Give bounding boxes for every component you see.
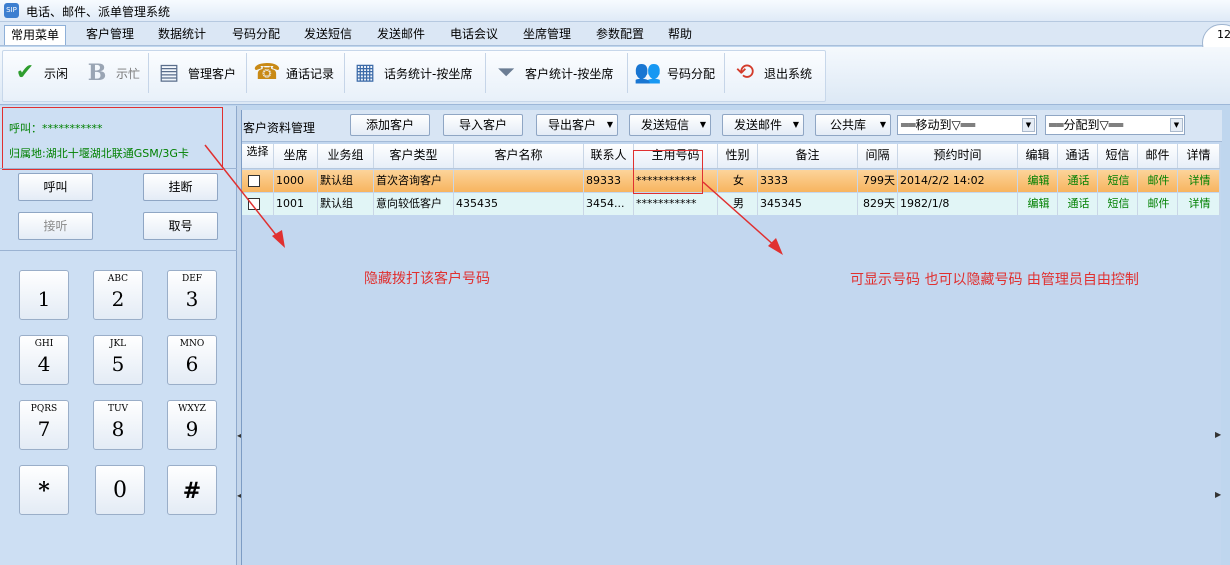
annotation-arrow-right: [702, 181, 777, 248]
annotation-hidden-number: 隐藏拨打该客户号码: [364, 271, 490, 287]
arrow-head-right: [768, 238, 783, 255]
annotation-number-control: 可显示号码 也可以隐藏号码 由管理员自由控制: [850, 272, 1139, 288]
annotation-arrow-left: [204, 144, 281, 241]
